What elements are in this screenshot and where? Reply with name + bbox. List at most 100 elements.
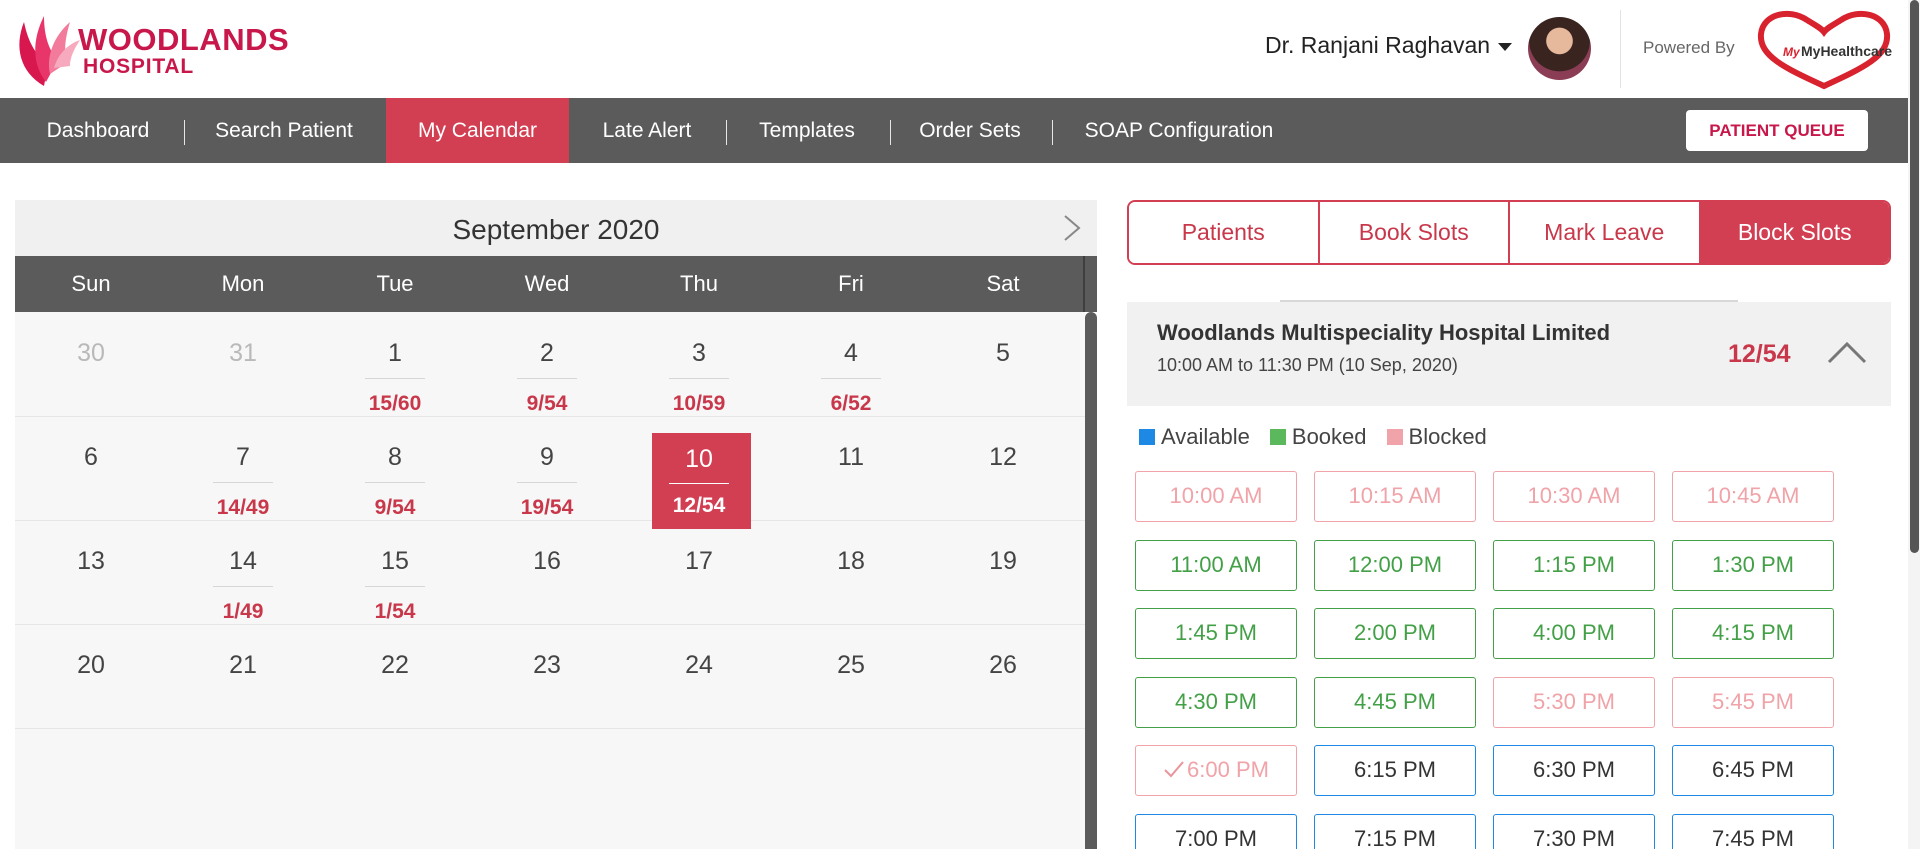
checkmark-icon	[1164, 761, 1184, 778]
time-slot-booked[interactable]: 1:15 PM	[1493, 539, 1655, 591]
slot-time-label: 6:45 PM	[1712, 757, 1794, 782]
slot-time-label: 1:30 PM	[1712, 551, 1794, 577]
day-divider	[365, 586, 425, 587]
patient-queue-button[interactable]: PATIENT QUEUE	[1686, 110, 1868, 151]
nav-item-soap-configuration[interactable]: SOAP Configuration	[1068, 98, 1290, 163]
day-divider	[213, 586, 273, 587]
page-scrollbar-thumb[interactable]	[1910, 0, 1919, 553]
weekday-label: Mon	[221, 271, 265, 296]
calendar-day[interactable]: 26	[927, 624, 1079, 751]
time-slot-booked[interactable]: 1:45 PM	[1135, 608, 1297, 659]
user-name: Dr. Ranjani Raghavan	[1265, 32, 1491, 58]
day-number: 3	[692, 339, 706, 367]
slot-count: 12/54	[1728, 340, 1791, 368]
day-number: 2	[540, 339, 554, 367]
time-slot-blocked[interactable]: 10:45 AM	[1672, 471, 1834, 522]
legend-label: Blocked	[1408, 424, 1487, 449]
legend-label: Booked	[1291, 424, 1367, 449]
day-appointment-count: 14/49	[216, 496, 270, 519]
calendar-day[interactable]: 24	[623, 624, 775, 751]
nav-item-late-alert[interactable]: Late Alert	[584, 98, 710, 163]
time-slot-available[interactable]: 7:15 PM	[1314, 813, 1476, 849]
time-slot-booked[interactable]: 4:30 PM	[1135, 676, 1297, 728]
calendar-day[interactable]: 23	[471, 624, 623, 751]
nav-item-my-calendar[interactable]: My Calendar	[386, 98, 569, 163]
time-slot-booked[interactable]: 1:30 PM	[1672, 539, 1834, 591]
nav-item-dashboard[interactable]: Dashboard	[22, 98, 174, 163]
nav-item-templates[interactable]: Templates	[740, 98, 874, 163]
time-slot-blocked[interactable]: 10:00 AM	[1135, 471, 1297, 522]
slot-time-label: 6:00 PM	[1187, 757, 1269, 782]
slot-time-label: 4:45 PM	[1354, 688, 1436, 714]
time-slot-booked[interactable]: 4:00 PM	[1493, 608, 1655, 659]
time-slot-blocked[interactable]: 10:30 AM	[1493, 471, 1655, 522]
time-slot-blocked[interactable]: 5:45 PM	[1672, 676, 1834, 728]
time-slot-available[interactable]: 6:30 PM	[1493, 745, 1655, 796]
nav-item-order-sets[interactable]: Order Sets	[904, 98, 1036, 163]
tab-block-slots[interactable]: Block Slots	[1700, 202, 1889, 263]
day-appointment-count: 19/54	[520, 496, 574, 519]
chevron-up-icon[interactable]	[1827, 340, 1867, 364]
time-slot-blocked[interactable]: 5:30 PM	[1493, 676, 1655, 728]
day-divider	[669, 483, 729, 484]
day-appointment-count: 12/54	[672, 494, 726, 517]
hospital-name: Woodlands Multispeciality Hospital Limit…	[1157, 320, 1611, 345]
time-slot-blocked[interactable]: 6:00 PM	[1135, 745, 1297, 796]
day-number: 15	[381, 547, 409, 575]
calendar-header: September 2020	[15, 200, 1097, 256]
day-number: 6	[84, 443, 98, 471]
slot-time-label: 10:45 AM	[1706, 483, 1800, 508]
calendar-day[interactable]: 22	[319, 624, 471, 751]
caret-down-icon	[1498, 42, 1513, 51]
day-appointment-count: 1/49	[222, 600, 264, 623]
calendar-day[interactable]: 25	[775, 624, 927, 751]
day-divider	[213, 482, 273, 483]
time-slot-booked[interactable]: 11:00 AM	[1135, 539, 1297, 591]
tab-patients[interactable]: Patients	[1129, 202, 1320, 263]
nav-item-search-patient[interactable]: Search Patient	[196, 98, 372, 163]
user-menu[interactable]: Dr. Ranjani Raghavan	[1265, 32, 1513, 59]
legend-label: Available	[1161, 424, 1250, 449]
time-slot-available[interactable]: 7:30 PM	[1493, 813, 1655, 849]
time-slot-booked[interactable]: 4:45 PM	[1314, 676, 1476, 728]
nav-divider	[726, 120, 727, 145]
slot-time-label: 10:30 AM	[1527, 483, 1621, 508]
day-appointment-count: 9/54	[526, 392, 568, 415]
calendar-day[interactable]: 20	[15, 624, 167, 751]
time-slot-booked[interactable]: 4:15 PM	[1672, 608, 1834, 659]
tab-book-slots[interactable]: Book Slots	[1319, 202, 1510, 263]
time-slot-available[interactable]: 7:00 PM	[1135, 813, 1297, 849]
schedule-tabs: Patients Book Slots Mark Leave Block Slo…	[1127, 200, 1891, 265]
time-slot-available[interactable]: 6:45 PM	[1672, 745, 1834, 796]
brand-name: WOODLANDS HOSPITAL	[78, 24, 289, 78]
weekday-label: Sat	[986, 271, 1020, 296]
nav-divider	[1052, 120, 1053, 145]
day-number: 5	[996, 339, 1010, 367]
day-number: 9	[540, 443, 554, 471]
calendar-grid: 30 31 1 15/60 2 9/54 3 10/59 4 6/52 5 6 7 14/49 8 9/54 9…	[15, 312, 1085, 849]
day-number: 24	[685, 651, 713, 679]
time-slot-blocked[interactable]: 10:15 AM	[1314, 471, 1476, 522]
slot-time-label: 5:45 PM	[1712, 688, 1794, 714]
time-slot-booked[interactable]: 2:00 PM	[1314, 608, 1476, 659]
day-appointment-count: 6/52	[830, 392, 872, 415]
tab-mark-leave[interactable]: Mark Leave	[1510, 202, 1701, 263]
calendar-day[interactable]: 21	[167, 624, 319, 751]
avatar[interactable]	[1528, 17, 1591, 80]
time-slot-booked[interactable]: 12:00 PM	[1314, 539, 1476, 591]
main-nav: Dashboard Search Patient My Calendar Lat…	[0, 98, 1920, 163]
chevron-right-icon[interactable]	[1055, 212, 1087, 244]
header-divider	[1620, 10, 1621, 88]
day-number: 16	[533, 547, 561, 575]
legend-item-blocked: Blocked	[1386, 424, 1487, 450]
hospital-schedule-card[interactable]: Woodlands Multispeciality Hospital Limit…	[1127, 302, 1891, 406]
slot-time-label: 4:30 PM	[1175, 688, 1257, 714]
time-slot-available[interactable]: 7:45 PM	[1672, 813, 1834, 849]
brand-line-2: HOSPITAL	[83, 55, 195, 78]
time-slot-available[interactable]: 6:15 PM	[1314, 745, 1476, 796]
powered-by-label: Powered By	[1643, 38, 1735, 57]
calendar-scrollbar[interactable]	[1085, 312, 1097, 849]
svg-text:My: My	[1783, 45, 1801, 59]
day-number: 25	[837, 651, 865, 679]
slot-time-label: 6:30 PM	[1533, 757, 1615, 782]
